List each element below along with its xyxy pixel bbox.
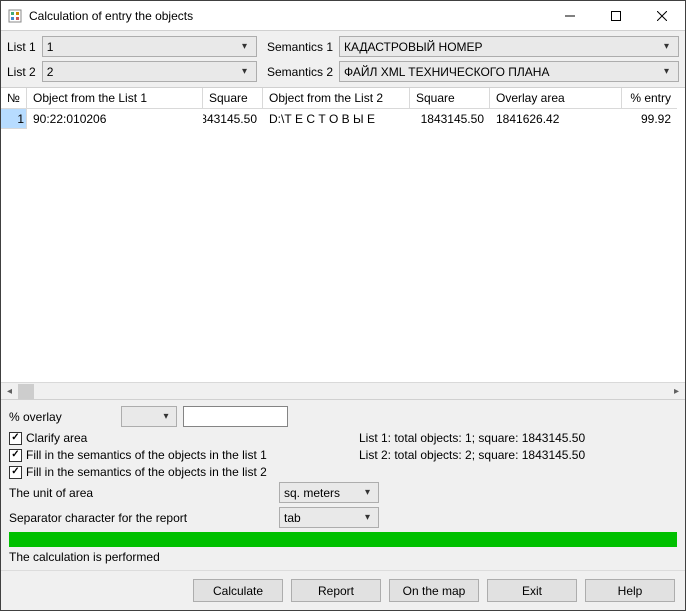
semantics1-value: КАДАСТРОВЫЙ НОМЕР — [344, 40, 659, 54]
maximize-button[interactable] — [593, 1, 639, 30]
semantics2-value: ФАЙЛ XML ТЕХНИЧЕСКОГО ПЛАНА — [344, 65, 659, 79]
clarify-area-label: Clarify area — [26, 431, 87, 445]
progress-bar — [9, 532, 677, 547]
chevron-down-icon: ▾ — [237, 41, 252, 52]
cell-obj1: 90:22:010206 — [27, 109, 203, 129]
chevron-down-icon: ▾ — [659, 66, 674, 77]
overlay-percent-input[interactable] — [183, 406, 288, 427]
calculate-button[interactable]: Calculate — [193, 579, 283, 602]
separator-label: Separator character for the report — [9, 511, 279, 525]
fill-semantics-list1-checkbox[interactable] — [9, 449, 22, 462]
on-the-map-button[interactable]: On the map — [389, 579, 479, 602]
clarify-area-checkbox[interactable] — [9, 432, 22, 445]
cell-entry: 99.92 — [622, 109, 677, 129]
list2-value: 2 — [47, 65, 237, 79]
semantics1-label: Semantics 1 — [267, 40, 333, 54]
cell-overlay: 1841626.42 — [490, 109, 622, 129]
window-controls — [547, 1, 685, 30]
report-button[interactable]: Report — [291, 579, 381, 602]
list1-combo[interactable]: 1 ▾ — [42, 36, 257, 57]
fill-semantics-list2-label: Fill in the semantics of the objects in … — [26, 465, 267, 479]
exit-button[interactable]: Exit — [487, 579, 577, 602]
chevron-down-icon: ▾ — [237, 66, 252, 77]
horizontal-scrollbar[interactable]: ◂ ▸ — [1, 382, 685, 399]
fill-semantics-list2-checkbox[interactable] — [9, 466, 22, 479]
list1-label: List 1 — [7, 40, 36, 54]
chevron-down-icon: ▾ — [361, 512, 374, 523]
list1-stats: List 1: total objects: 1; square: 184314… — [359, 431, 677, 445]
col-obj2[interactable]: Object from the List 2 — [263, 88, 410, 109]
scroll-right-icon[interactable]: ▸ — [668, 383, 685, 400]
overlay-percent-combo[interactable]: ▾ — [121, 406, 177, 427]
button-bar: Calculate Report On the map Exit Help — [1, 570, 685, 610]
close-button[interactable] — [639, 1, 685, 30]
status-text: The calculation is performed — [9, 550, 677, 564]
window-title: Calculation of entry the objects — [29, 9, 547, 23]
separator-value: tab — [284, 511, 361, 525]
cell-sq2: 1843145.50 — [410, 109, 490, 129]
app-icon — [7, 8, 23, 24]
scroll-thumb[interactable] — [18, 384, 34, 399]
list1-value: 1 — [47, 40, 237, 54]
grid-body: 1 90:22:010206 1843145.50 D:\Т Е С Т О В… — [1, 109, 685, 382]
overlay-percent-label: % overlay — [9, 410, 115, 424]
data-grid: № Object from the List 1 Square Object f… — [1, 87, 685, 400]
help-button[interactable]: Help — [585, 579, 675, 602]
col-entry[interactable]: % entry — [622, 88, 677, 109]
top-panel: List 1 1 ▾ List 2 2 ▾ Semantics 1 КАДАСТ… — [1, 31, 685, 87]
chevron-down-icon: ▾ — [361, 487, 374, 498]
col-overlay[interactable]: Overlay area — [490, 88, 622, 109]
table-row[interactable]: 1 90:22:010206 1843145.50 D:\Т Е С Т О В… — [1, 109, 685, 129]
unit-of-area-combo[interactable]: sq. meters ▾ — [279, 482, 379, 503]
cell-obj2: D:\Т Е С Т О В Ы Е — [263, 109, 410, 129]
list2-label: List 2 — [7, 65, 36, 79]
row-num: 1 — [1, 109, 27, 129]
options-panel: % overlay ▾ Clarify area Fill in the sem… — [1, 400, 685, 570]
scroll-left-icon[interactable]: ◂ — [1, 383, 18, 400]
minimize-button[interactable] — [547, 1, 593, 30]
col-sq1[interactable]: Square — [203, 88, 263, 109]
chevron-down-icon: ▾ — [659, 41, 674, 52]
unit-of-area-value: sq. meters — [284, 486, 361, 500]
semantics2-combo[interactable]: ФАЙЛ XML ТЕХНИЧЕСКОГО ПЛАНА ▾ — [339, 61, 679, 82]
cell-sq1: 1843145.50 — [203, 109, 263, 129]
fill-semantics-list1-label: Fill in the semantics of the objects in … — [26, 448, 267, 462]
list2-stats: List 2: total objects: 2; square: 184314… — [359, 448, 677, 462]
separator-combo[interactable]: tab ▾ — [279, 507, 379, 528]
main-window: Calculation of entry the objects List 1 … — [0, 0, 686, 611]
semantics1-combo[interactable]: КАДАСТРОВЫЙ НОМЕР ▾ — [339, 36, 679, 57]
titlebar: Calculation of entry the objects — [1, 1, 685, 31]
list2-combo[interactable]: 2 ▾ — [42, 61, 257, 82]
unit-of-area-label: The unit of area — [9, 486, 279, 500]
col-sq2[interactable]: Square — [410, 88, 490, 109]
col-num[interactable]: № — [1, 88, 27, 109]
grid-header: № Object from the List 1 Square Object f… — [1, 88, 685, 109]
col-obj1[interactable]: Object from the List 1 — [27, 88, 203, 109]
chevron-down-icon: ▾ — [159, 411, 173, 422]
semantics2-label: Semantics 2 — [267, 65, 333, 79]
